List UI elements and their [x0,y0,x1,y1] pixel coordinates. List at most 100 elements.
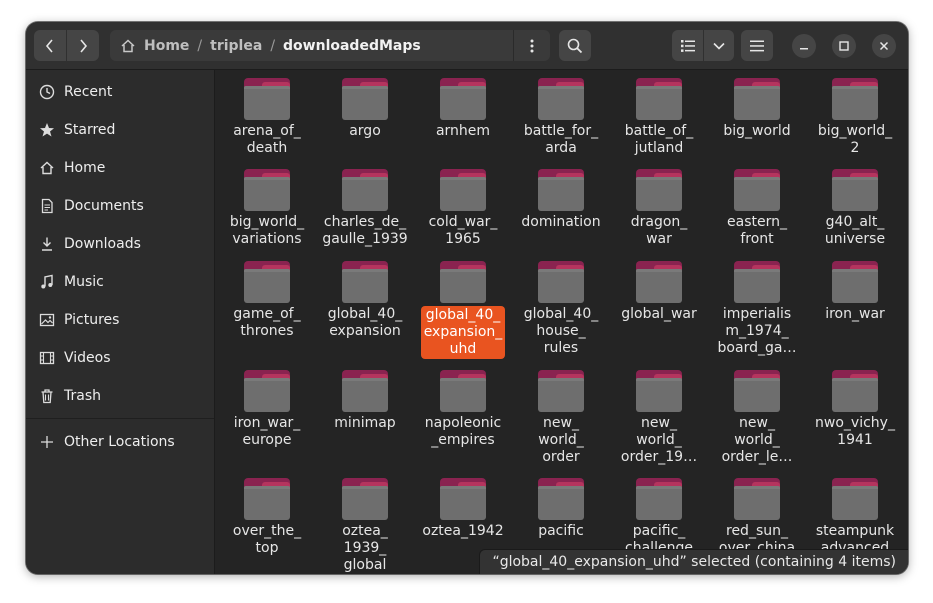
folder-item[interactable]: new_ world_ order_19… [614,370,704,466]
folder-item[interactable]: arnhem [418,78,508,140]
path-bar: Home / triplea / downloadedMaps [110,30,550,61]
folder-icon [342,78,388,120]
folder-item[interactable]: oztea_ 1939_ global [320,478,410,574]
sidebar-item-recent[interactable]: Recent [38,77,208,107]
folder-item[interactable]: new_ world_ order_le… [712,370,802,466]
folder-icon [538,169,584,211]
forward-button[interactable] [67,30,99,61]
back-button[interactable] [34,30,66,61]
hamburger-icon [750,40,764,51]
folder-item[interactable]: battle_for_ arda [516,78,606,157]
music-icon [38,273,56,291]
folder-item[interactable]: iron_war_ europe [222,370,312,449]
navigation-buttons [34,30,99,61]
folder-icon [734,370,780,412]
folder-item[interactable]: oztea_1942 [418,478,508,540]
folder-label: global_40_ expansion [327,306,403,339]
home-icon [121,38,135,52]
folder-item[interactable]: pacific [516,478,606,540]
folder-icon [734,169,780,211]
breadcrumb-triplea[interactable]: triplea [206,38,266,54]
file-manager-window: Home / triplea / downloadedMaps Recent S… [26,22,908,574]
folder-menu-button[interactable] [513,30,550,61]
folder-icon [636,478,682,520]
folder-icon [342,370,388,412]
folder-item[interactable]: steampunk advanced [810,478,900,557]
folder-icon [244,78,290,120]
sidebar-item-other-locations[interactable]: Other Locations [38,427,208,457]
folder-label: new_ world_ order_19… [620,415,698,465]
sidebar-item-trash[interactable]: Trash [38,381,208,411]
breadcrumb-current[interactable]: downloadedMaps [279,38,425,54]
folder-item[interactable]: global_war [614,261,704,323]
folder-item[interactable]: battle_of_ jutland [614,78,704,157]
folder-item[interactable]: red_sun_ over_china [712,478,802,557]
folder-item[interactable]: g40_alt_ universe [810,169,900,248]
search-button[interactable] [559,30,591,61]
folder-label: over_the_ top [232,523,302,556]
main-menu-button[interactable] [741,30,773,61]
pictures-icon [38,311,56,329]
sidebar-item-home[interactable]: Home [38,153,208,183]
sidebar-item-label: Home [64,160,106,176]
folder-icon [636,370,682,412]
sidebar-item-videos[interactable]: Videos [38,343,208,373]
status-bar: “global_40_expansion_uhd” selected (cont… [479,549,908,574]
search-icon [567,38,583,53]
folder-item[interactable]: pacific_ challenge [614,478,704,557]
minimize-button[interactable] [792,34,816,58]
close-icon [879,41,889,51]
folder-item[interactable]: big_world_ 2 [810,78,900,157]
folder-item[interactable]: napoleonic _empires [418,370,508,449]
breadcrumb-separator: / [270,37,276,54]
sidebar-item-starred[interactable]: Starred [38,115,208,145]
folder-icon [538,261,584,303]
sidebar-item-pictures[interactable]: Pictures [38,305,208,335]
folder-item[interactable]: eastern_ front [712,169,802,248]
folder-label: global_40_ house_ rules [523,306,599,356]
folder-item[interactable]: global_40_ house_ rules [516,261,606,357]
sidebar-item-music[interactable]: Music [38,267,208,297]
list-view-button[interactable] [672,30,703,61]
file-grid: arena_of_ death argo arnhem battle_for_ ardab… [215,70,908,574]
clock-icon [38,83,56,101]
folder-item[interactable]: global_40_ expansion [320,261,410,340]
folder-item[interactable]: cold_war_ 1965 [418,169,508,248]
folder-item[interactable]: big_world_ variations [222,169,312,248]
folder-label: global_war [621,306,697,322]
folder-item[interactable]: imperialis m_1974_ board_ga… [712,261,802,357]
chevron-right-icon [80,38,88,53]
folder-icon [440,261,486,303]
folder-item[interactable]: charles_de_ gaulle_1939 [320,169,410,248]
folder-item[interactable]: over_the_ top [222,478,312,557]
folder-icon [244,370,290,412]
folder-item[interactable]: domination [516,169,606,231]
folder-icon [342,478,388,520]
folder-icon [440,169,486,211]
maximize-button[interactable] [832,34,856,58]
close-button[interactable] [872,34,896,58]
folder-item[interactable]: new_ world_ order [516,370,606,466]
folder-item[interactable]: dragon_ war [614,169,704,248]
folder-item[interactable]: game_of_ thrones [222,261,312,340]
folder-item[interactable]: iron_war [810,261,900,323]
sidebar-item-documents[interactable]: Documents [38,191,208,221]
folder-icon [244,261,290,303]
breadcrumb-home[interactable]: Home [140,38,193,54]
minimize-icon [800,48,808,50]
more-vertical-icon [530,39,534,52]
folder-label: g40_alt_ universe [824,214,886,247]
folder-label: battle_of_ jutland [624,123,694,156]
sidebar-divider [26,418,214,419]
folder-item[interactable]: argo [320,78,410,140]
sidebar-item-downloads[interactable]: Downloads [38,229,208,259]
folder-item[interactable]: minimap [320,370,410,432]
folder-label: eastern_ front [727,214,787,247]
view-options-button[interactable] [704,30,734,61]
folder-item[interactable]: global_40_ expansion_ uhd [418,261,508,359]
folder-item[interactable]: arena_of_ death [222,78,312,157]
folder-item[interactable]: big_world [712,78,802,140]
folder-item[interactable]: nwo_vichy_ 1941 [810,370,900,449]
folder-label: dragon_ war [630,214,688,247]
trash-icon [38,387,56,405]
